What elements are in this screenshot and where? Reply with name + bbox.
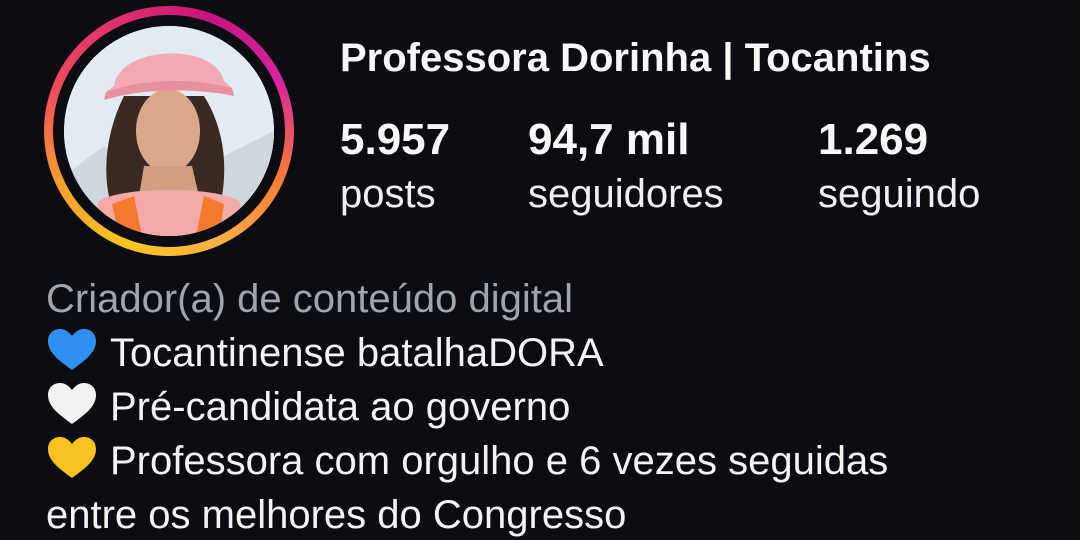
posts-label: posts [340,172,436,216]
blue-heart-icon [46,328,98,372]
bio-line: Tocantinense batalhaDORA [46,326,1056,380]
bio-line: entre os melhores do Congresso [46,488,1056,540]
posts-count: 5.957 [340,115,451,164]
bio-line: Pré-candidata ao governo [46,380,1056,434]
bio-line-text: Tocantinense batalhaDORA [110,331,604,375]
profile-category: Criador(a) de conteúdo digital [46,277,573,321]
stat-following[interactable]: 1.269 seguindo [818,112,980,220]
followers-count: 94,7 mil [528,115,690,164]
stat-posts[interactable]: 5.957 posts [340,112,450,220]
profile-avatar[interactable] [44,6,294,256]
bio-line: Professora com orgulho e 6 vezes seguida… [46,434,1056,488]
white-heart-icon [46,382,98,426]
bio-line-text: entre os melhores do Congresso [46,493,627,537]
bio-line-text: Pré-candidata ao governo [110,385,571,429]
profile-bio: Criador(a) de conteúdo digital Tocantine… [46,272,1056,540]
stat-followers[interactable]: 94,7 mil seguidores [528,112,724,220]
following-label: seguindo [818,172,981,216]
followers-label: seguidores [528,172,724,216]
avatar-photo [64,26,274,236]
following-count: 1.269 [818,115,929,164]
profile-username: Professora Dorinha | Tocantins [340,36,931,80]
avatar-portrait-image [64,26,274,236]
bio-line-text: Professora com orgulho e 6 vezes seguida… [110,439,889,483]
yellow-heart-icon [46,436,98,480]
